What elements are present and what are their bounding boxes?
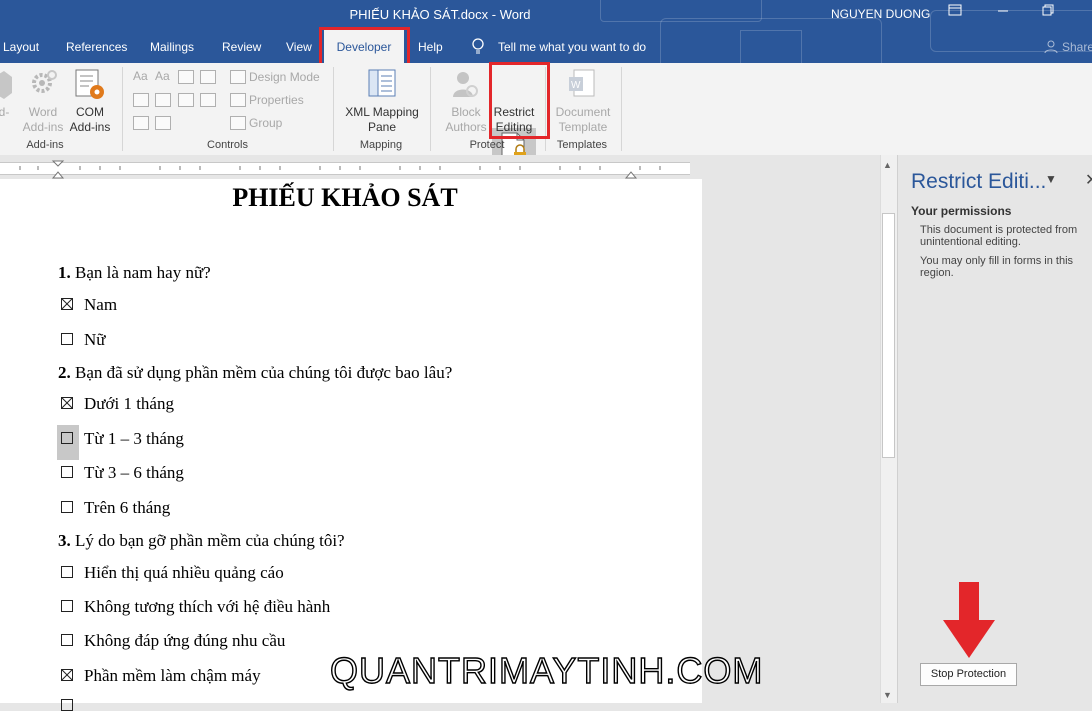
option-label: Không đáp ứng đúng nhu cầu <box>84 631 286 650</box>
com-addins-icon <box>75 69 105 106</box>
legacy-tools-icon <box>155 116 171 130</box>
checkbox-nam[interactable] <box>61 298 73 310</box>
svg-text:W: W <box>571 80 581 91</box>
scroll-down-icon[interactable]: ▼ <box>883 690 892 700</box>
word-addins-gear-icon <box>30 69 58 104</box>
design-mode-button[interactable]: Design Mode <box>249 70 320 84</box>
xml-mapping-pane-button[interactable]: XML Mapping Pane <box>340 105 424 135</box>
ruler-ticks <box>19 160 661 179</box>
checkbox-control-icon <box>133 93 149 107</box>
question-1: 1. Bạn là nam hay nữ? <box>58 263 211 282</box>
block-authors-button[interactable]: Block Authors <box>437 105 495 135</box>
word-addins-button[interactable]: Word Add-ins <box>20 105 66 135</box>
checkbox-quang-cao[interactable] <box>61 566 73 578</box>
controls-group-label: Controls <box>207 139 248 151</box>
addins-icon <box>0 71 12 106</box>
document-template-icon: W <box>568 69 598 104</box>
share-button[interactable]: Share <box>1062 40 1092 54</box>
templates-group-label: Templates <box>556 139 608 151</box>
minimize-icon[interactable] <box>993 4 1013 20</box>
tab-references[interactable]: References <box>66 40 127 54</box>
properties-button[interactable]: Properties <box>249 93 304 107</box>
permissions-heading: Your permissions <box>911 204 1012 218</box>
pane-options-chevron-down-icon[interactable]: ▼ <box>1045 172 1057 186</box>
question-3: 3. Lý do bạn gỡ phần mềm của chúng tôi? <box>58 531 345 550</box>
addins-partial-label: d- <box>0 105 10 119</box>
checkbox-cham-may[interactable] <box>61 669 73 681</box>
option-label: Nữ <box>84 330 106 349</box>
properties-icon <box>230 93 246 107</box>
xml-mapping-pane-icon <box>368 69 398 104</box>
checkbox-tu-1-3-thang[interactable] <box>61 432 73 444</box>
checkbox-nu[interactable] <box>61 333 73 345</box>
tab-review[interactable]: Review <box>222 40 261 54</box>
com-addins-button[interactable]: COM Add-ins <box>67 105 113 135</box>
pane-close-icon[interactable]: ✕ <box>1085 170 1092 190</box>
tab-layout[interactable]: Layout <box>3 40 39 54</box>
option-label: Dưới 1 tháng <box>84 394 174 413</box>
picture-control-icon <box>178 70 194 84</box>
checkbox-tu-3-6-thang[interactable] <box>61 466 73 478</box>
scroll-up-icon[interactable]: ▲ <box>883 160 892 170</box>
checkbox-khong-dap-ung[interactable] <box>61 634 73 646</box>
restore-icon[interactable] <box>1038 4 1058 20</box>
window-title: PHIẾU KHẢO SÁT.docx - Word <box>349 7 531 22</box>
design-mode-icon <box>230 70 246 84</box>
checkbox-tren-6-thang[interactable] <box>61 501 73 513</box>
protect-group-label: Protect <box>469 139 505 151</box>
combobox-control-icon <box>155 93 171 107</box>
building-block-control-icon <box>200 70 216 84</box>
share-icon[interactable] <box>1044 40 1058 59</box>
restrict-editing-highlight <box>489 62 550 139</box>
permission-text-2: You may only fill in forms in this regio… <box>920 255 1074 279</box>
stop-protection-button[interactable]: Stop Protection <box>920 663 1017 686</box>
plain-text-control-icon: Aa <box>155 69 170 83</box>
mapping-group-label: Mapping <box>359 139 403 151</box>
red-arrow-icon <box>943 582 995 665</box>
document-template-button[interactable]: Document Template <box>550 105 616 135</box>
addins-group-label: Add-ins <box>26 139 64 151</box>
tab-view[interactable]: View <box>286 40 312 54</box>
repeating-section-icon <box>133 116 149 130</box>
checkbox-duoi-1-thang[interactable] <box>61 397 73 409</box>
tab-mailings[interactable]: Mailings <box>150 40 194 54</box>
option-label: Phần mềm làm chậm máy <box>84 666 261 685</box>
group-icon <box>230 116 246 130</box>
user-name[interactable]: NGUYEN DUONG <box>831 7 930 21</box>
option-label: Hiển thị quá nhiều quảng cáo <box>84 563 284 582</box>
option-label: Nam <box>84 295 118 314</box>
permission-text-1: This document is protected from unintent… <box>920 224 1078 248</box>
document-title: PHIẾU KHẢO SÁT <box>232 183 458 212</box>
checkbox-partial[interactable] <box>61 699 73 711</box>
ribbon-display-options-icon[interactable] <box>945 4 965 20</box>
checkbox-khong-tuong-thich[interactable] <box>61 600 73 612</box>
option-label: Không tương thích với hệ điều hành <box>84 597 331 616</box>
option-label: Từ 3 – 6 tháng <box>84 463 184 482</box>
block-authors-icon <box>450 69 480 104</box>
watermark-logo: QUANTRIMAYTINH.COM <box>329 649 764 691</box>
dropdown-control-icon <box>178 93 194 107</box>
rich-text-control-icon: Aa <box>133 69 148 83</box>
pane-title: Restrict Editi... <box>911 170 1047 193</box>
option-label: Từ 1 – 3 tháng <box>84 429 184 448</box>
lightbulb-icon <box>471 38 485 60</box>
tell-me-search[interactable]: Tell me what you want to do <box>498 40 646 54</box>
option-label: Trên 6 tháng <box>84 498 171 517</box>
question-2: 2. Bạn đã sử dụng phần mềm của chúng tôi… <box>58 363 453 382</box>
date-picker-control-icon <box>200 93 216 107</box>
developer-tab-highlight <box>319 27 410 67</box>
group-button[interactable]: Group <box>249 116 282 130</box>
scroll-thumb[interactable] <box>882 213 895 458</box>
tab-help[interactable]: Help <box>418 40 443 54</box>
